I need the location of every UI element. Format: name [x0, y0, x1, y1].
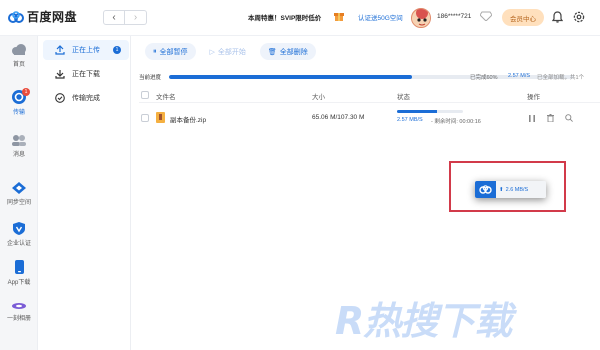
- people-icon: [12, 135, 26, 146]
- subnav-label-uploading: 正在上传: [72, 47, 100, 54]
- row-speed: 2.57 MB/S: [397, 117, 423, 123]
- row-remaining-time: - 剩余时间: 00:00:16: [431, 119, 481, 125]
- row-progress-track: [397, 110, 463, 113]
- sidebar-label-album: 一刻相册: [6, 316, 31, 322]
- row-checkbox[interactable]: [141, 114, 149, 122]
- overall-progress: 当前进度 已完成60% 2.57 M/S 已全部加载，共1个: [139, 71, 600, 83]
- chevron-right-icon: ›: [133, 12, 138, 23]
- cloud-home-icon: [12, 44, 26, 55]
- table-row[interactable]: 副本备份.zip 65.06 M/107.30 M 2.57 MB/S - 剩余…: [139, 108, 600, 130]
- subnav-label-completed: 传输完成: [72, 95, 100, 102]
- search-icon: [565, 114, 573, 122]
- sidebar-label-app-download: App下载: [7, 280, 31, 286]
- progress-added-text: 已全部加载，共1个: [537, 75, 585, 81]
- baidu-cloud-logo-icon: [8, 10, 24, 23]
- sidebar-item-app-download[interactable]: App下载: [0, 260, 38, 286]
- gear-icon[interactable]: [573, 11, 585, 23]
- progress-fill: [169, 75, 412, 79]
- baidu-cloud-logo-icon: [479, 185, 492, 194]
- column-status[interactable]: 状态: [397, 91, 410, 101]
- pause-icon: [529, 114, 535, 122]
- download-icon: [55, 69, 66, 79]
- forward-button[interactable]: ›: [125, 10, 147, 25]
- zip-file-icon: [156, 112, 165, 123]
- sidebar-item-transfer[interactable]: 1 传输: [0, 88, 38, 116]
- trash-icon: 🗑: [267, 48, 277, 56]
- column-name[interactable]: 文件名: [156, 91, 176, 101]
- progress-speed: 2.57 M/S: [508, 73, 531, 79]
- progress-done-text: 已完成60%: [470, 75, 498, 81]
- sync-space-icon: [12, 182, 26, 194]
- sidebar-item-messages[interactable]: 消息: [0, 134, 38, 158]
- bell-icon[interactable]: [552, 11, 563, 23]
- title-bar: 百度网盘 ‹ › 本周特惠！SVIP限时低价 认证送50G空间 186*****…: [0, 0, 600, 36]
- sidebar-item-enterprise[interactable]: 企业认证: [0, 222, 38, 247]
- locate-row-button[interactable]: [564, 113, 574, 123]
- column-size[interactable]: 大小: [312, 91, 325, 101]
- progress-label: 当前进度: [139, 75, 162, 81]
- chevron-left-icon: ‹: [112, 12, 116, 23]
- floating-speed-window[interactable]: ⬆ 2.6 MB/S: [475, 181, 546, 198]
- uploading-count-badge: 1: [113, 46, 121, 54]
- main-sidebar: 首页 1 传输 消息 同步空间 企业认证 App下载 一刻相册: [0, 36, 38, 350]
- promo-banner[interactable]: 本周特惠！SVIP限时低价: [248, 12, 321, 22]
- sidebar-item-sync[interactable]: 同步空间: [0, 182, 38, 206]
- app-name: 百度网盘: [27, 10, 78, 24]
- pause-row-button[interactable]: [527, 113, 537, 123]
- table-header: 文件名 大小 状态 操作: [139, 87, 600, 103]
- history-nav: ‹ ›: [103, 10, 147, 25]
- upload-arrow-icon: ⬆: [499, 186, 504, 193]
- watermark: R热搜下载: [335, 299, 512, 343]
- avatar-face-icon: [412, 9, 430, 27]
- phone-icon: [14, 260, 24, 274]
- select-all-checkbox[interactable]: [141, 91, 149, 99]
- column-actions: 操作: [527, 94, 540, 101]
- play-icon: ▷: [209, 48, 215, 56]
- avatar[interactable]: [411, 8, 431, 28]
- subnav-item-downloading[interactable]: 正在下载: [43, 64, 129, 84]
- subnav-item-uploading[interactable]: 正在上传 1: [43, 40, 129, 60]
- diamond-icon[interactable]: [480, 11, 492, 21]
- sidebar-label-messages: 消息: [12, 152, 25, 158]
- sidebar-label-transfer: 传输: [12, 110, 25, 116]
- vip-center-button[interactable]: 会员中心: [502, 9, 544, 26]
- transfer-subnav: 正在上传 1 正在下载 传输完成: [39, 36, 131, 350]
- delete-all-label: 全部删除: [279, 48, 308, 56]
- pause-all-button[interactable]: ⏸ 全部暂停: [145, 43, 196, 60]
- delete-row-button[interactable]: [545, 113, 555, 123]
- space-offer-link[interactable]: 认证送50G空间: [358, 12, 403, 22]
- delete-all-button[interactable]: 🗑 全部删除: [259, 43, 316, 60]
- app-logo: 百度网盘: [8, 8, 77, 25]
- enterprise-shield-icon: [13, 222, 25, 235]
- transfer-toolbar: ⏸ 全部暂停 ▷ 全部开始 🗑 全部删除: [145, 43, 322, 60]
- transfer-badge: 1: [22, 88, 30, 96]
- sidebar-label-home: 首页: [12, 62, 25, 68]
- start-all-button[interactable]: ▷ 全部开始: [201, 43, 254, 60]
- album-icon: [12, 303, 26, 309]
- upload-icon: [55, 45, 66, 55]
- file-name[interactable]: 副本备份.zip: [170, 114, 206, 124]
- start-all-label: 全部开始: [217, 48, 246, 56]
- sidebar-item-album[interactable]: 一刻相册: [0, 302, 38, 322]
- file-size: 65.06 M/107.30 M: [312, 114, 365, 121]
- sidebar-item-home[interactable]: 首页: [0, 44, 38, 68]
- floating-speed: ⬆ 2.6 MB/S: [496, 181, 546, 198]
- back-button[interactable]: ‹: [103, 10, 125, 25]
- pause-all-label: 全部暂停: [159, 48, 188, 56]
- subnav-item-completed[interactable]: 传输完成: [43, 88, 129, 108]
- floating-speed-value: 2.6 MB/S: [505, 186, 529, 193]
- pause-icon: ⏸: [153, 47, 157, 55]
- floating-logo: [475, 181, 496, 198]
- row-progress-fill: [397, 110, 437, 113]
- user-phone[interactable]: 186*****721: [437, 13, 471, 20]
- trash-icon: [546, 114, 554, 122]
- sidebar-label-sync: 同步空间: [6, 200, 31, 206]
- subnav-label-downloading: 正在下载: [72, 71, 100, 78]
- gift-icon[interactable]: [334, 11, 344, 22]
- sidebar-label-enterprise: 企业认证: [6, 241, 31, 247]
- check-circle-icon: [55, 93, 66, 103]
